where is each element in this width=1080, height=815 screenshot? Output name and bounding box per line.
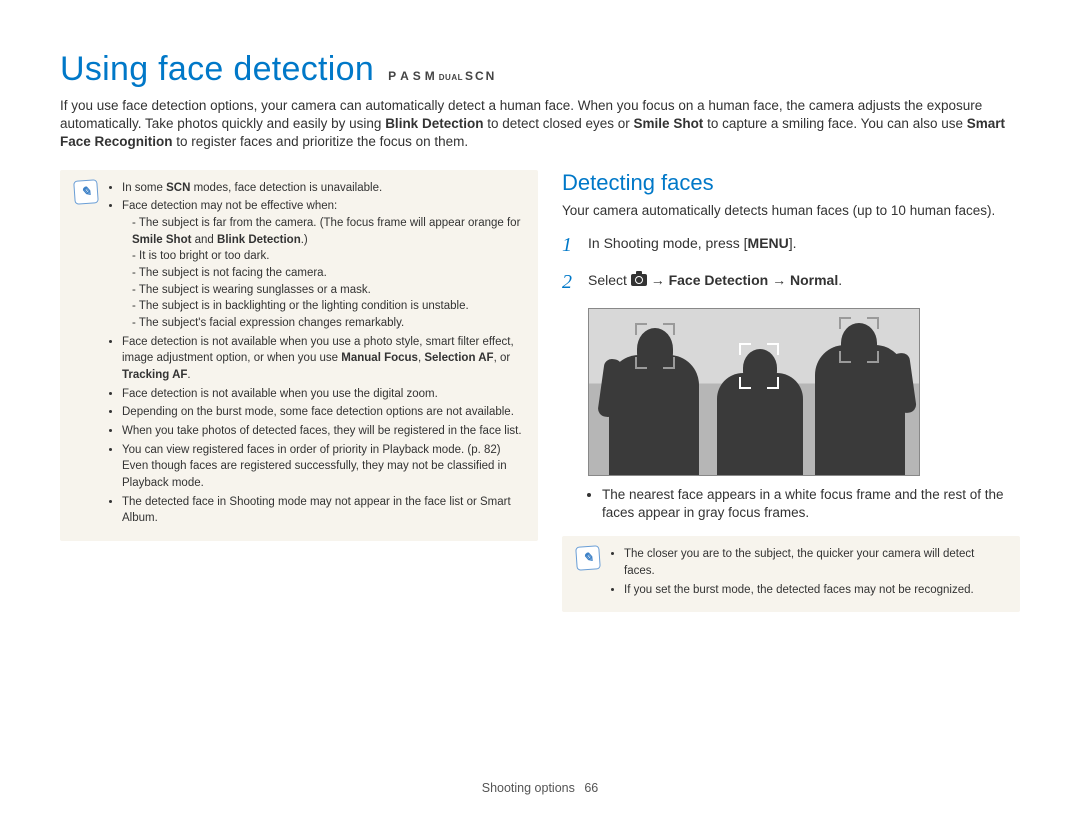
step-2: 2 Select → Face Detection → Normal.: [562, 271, 1020, 294]
focus-frame-white: [739, 343, 779, 389]
right-note-box: ✎ The closer you are to the subject, the…: [562, 536, 1020, 612]
mode-m: M: [425, 69, 437, 83]
note-item: Face detection is not available when you…: [122, 386, 522, 403]
focus-frame-gray: [839, 317, 879, 363]
left-note-box: ✎ In some SCN modes, face detection is u…: [60, 170, 538, 541]
manual-page: Using face detection P A S M DUAL SCN If…: [0, 0, 1080, 815]
note-item: Face detection may not be effective when…: [122, 198, 522, 331]
note-item: The closer you are to the subject, the q…: [624, 546, 1004, 579]
mode-scn: SCN: [465, 69, 496, 83]
note-item: You can view registered faces in order o…: [122, 442, 522, 492]
note-icon: ✎: [575, 546, 601, 572]
left-column: ✎ In some SCN modes, face detection is u…: [60, 170, 538, 613]
bold-blink-detection: Blink Detection: [385, 116, 483, 131]
result-bullet-list: The nearest face appears in a white focu…: [562, 486, 1020, 522]
note-item: When you take photos of detected faces, …: [122, 423, 522, 440]
section-body: Your camera automatically detects human …: [562, 202, 1020, 220]
page-title: Using face detection: [60, 50, 374, 89]
right-column: Detecting faces Your camera automaticall…: [562, 170, 1020, 613]
mode-p: P: [388, 69, 398, 83]
mode-s: S: [413, 69, 423, 83]
note-subitem: The subject is far from the camera. (The…: [132, 215, 522, 248]
title-row: Using face detection P A S M DUAL SCN: [60, 50, 1020, 89]
note-subitem: It is too bright or too dark.: [132, 248, 522, 265]
focus-frame-gray: [635, 323, 675, 369]
page-number: 66: [584, 781, 598, 795]
intro-paragraph: If you use face detection options, your …: [60, 97, 1020, 152]
step-text: In Shooting mode, press [MENU].: [588, 234, 797, 252]
note-item: Depending on the burst mode, some face d…: [122, 404, 522, 421]
step-1: 1 In Shooting mode, press [MENU].: [562, 234, 1020, 257]
note-content: The closer you are to the subject, the q…: [610, 546, 1004, 600]
note-subitem: The subject is in backlighting or the li…: [132, 298, 522, 315]
note-icon: ✎: [73, 179, 99, 205]
mode-a: A: [400, 69, 411, 83]
face-detection-illustration: [588, 308, 920, 476]
note-item: Face detection is not available when you…: [122, 334, 522, 384]
note-subitem: The subject is not facing the camera.: [132, 265, 522, 282]
step-number: 2: [562, 271, 576, 294]
silhouette: [609, 355, 699, 475]
columns: ✎ In some SCN modes, face detection is u…: [60, 170, 1020, 613]
footer-section: Shooting options: [482, 781, 575, 795]
note-item: If you set the burst mode, the detected …: [624, 582, 1004, 599]
bold-smile-shot: Smile Shot: [634, 116, 704, 131]
note-subitem: The subject's facial expression changes …: [132, 315, 522, 332]
step-number: 1: [562, 234, 576, 257]
mode-dual: DUAL: [439, 73, 463, 82]
list-item: The nearest face appears in a white focu…: [602, 486, 1020, 522]
section-heading: Detecting faces: [562, 170, 1020, 196]
note-content: In some SCN modes, face detection is una…: [108, 180, 522, 529]
step-text: Select → Face Detection → Normal.: [588, 271, 842, 289]
page-footer: Shooting options 66: [0, 781, 1080, 795]
menu-key: MENU: [748, 234, 789, 252]
note-subitem: The subject is wearing sunglasses or a m…: [132, 282, 522, 299]
note-item: In some SCN modes, face detection is una…: [122, 180, 522, 197]
mode-tags: P A S M DUAL SCN: [388, 69, 496, 83]
camera-icon: [631, 274, 647, 286]
note-item: The detected face in Shooting mode may n…: [122, 494, 522, 527]
